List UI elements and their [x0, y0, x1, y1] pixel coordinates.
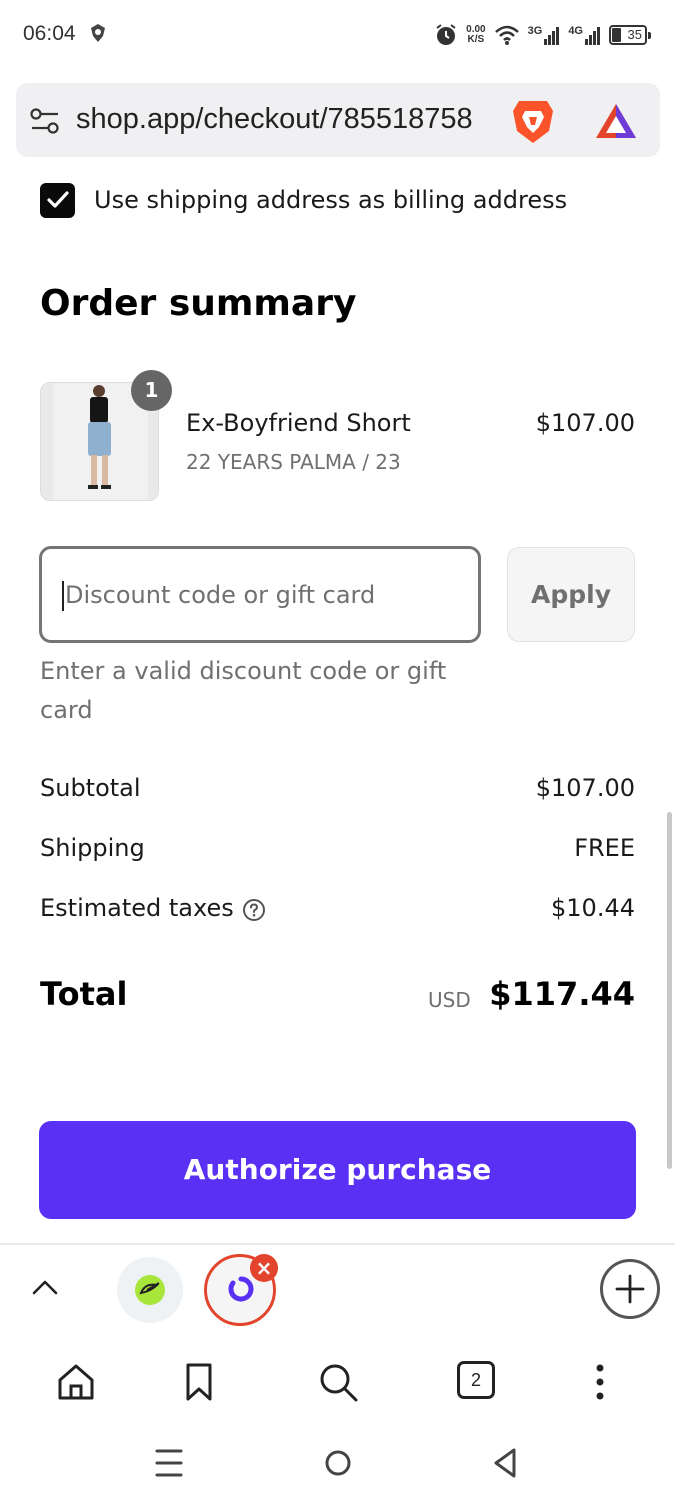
discount-placeholder: Discount code or gift card — [65, 581, 376, 609]
battery-icon: 35 — [609, 25, 651, 45]
signal-3g: 3G — [528, 25, 561, 45]
billing-checkbox[interactable] — [40, 182, 75, 218]
discount-error-message: Enter a valid discount code or gift card — [40, 657, 447, 724]
product-name: Ex-Boyfriend Short — [186, 409, 411, 437]
status-icons: 0.00 K/S 3G 4G 35 — [434, 18, 651, 52]
net-speed: 0.00 K/S — [466, 25, 485, 45]
apply-button[interactable]: Apply — [507, 547, 635, 642]
checkmark-icon — [46, 191, 69, 208]
brave-icon[interactable] — [511, 97, 555, 145]
close-tab-icon[interactable]: × — [250, 1254, 278, 1282]
help-icon[interactable] — [242, 898, 266, 922]
text-cursor — [62, 581, 64, 611]
chevron-up-icon[interactable] — [30, 1275, 60, 1301]
signal-4g: 4G — [568, 25, 601, 45]
plus-icon — [615, 1274, 645, 1304]
taxes-label: Estimated taxes — [40, 894, 234, 922]
url-bar[interactable]: shop.app/checkout/785518758 — [16, 83, 660, 157]
more-options-icon[interactable] — [578, 1360, 622, 1404]
billing-address-option[interactable]: Use shipping address as billing address — [40, 182, 567, 218]
battery-level: 35 — [627, 27, 642, 42]
net-speed-unit: K/S — [467, 34, 485, 45]
subtotal-label: Subtotal — [40, 774, 141, 802]
new-tab-button[interactable] — [600, 1259, 660, 1319]
home-icon[interactable] — [54, 1360, 98, 1404]
status-bar: 06:04 0.00 K/S 3G 4G 35 — [0, 0, 675, 70]
status-time: 06:04 — [23, 22, 76, 45]
shipping-value: FREE — [574, 834, 635, 862]
tab-thumbnail[interactable] — [117, 1257, 183, 1323]
quantity-badge: 1 — [131, 370, 172, 411]
toolbar-divider — [0, 1243, 675, 1245]
home-button-icon[interactable] — [318, 1442, 358, 1484]
total-value: $117.44 — [489, 975, 635, 1013]
atom-icon[interactable] — [594, 102, 638, 140]
total-label: Total — [40, 975, 128, 1013]
network-4g-label: 4G — [568, 25, 583, 37]
taxes-value: $10.44 — [551, 894, 635, 922]
wifi-icon — [494, 25, 519, 45]
authorize-purchase-button[interactable]: Authorize purchase — [39, 1121, 636, 1219]
billing-checkbox-label[interactable]: Use shipping address as billing address — [94, 186, 567, 214]
tune-icon[interactable] — [30, 107, 60, 135]
total-currency: USD — [428, 988, 471, 1012]
subtotal-value: $107.00 — [535, 774, 635, 802]
product-variant: 22 YEARS PALMA / 23 — [186, 450, 401, 474]
tab-site-icon — [139, 1282, 160, 1295]
network-3g-label: 3G — [527, 25, 543, 37]
alarm-icon — [436, 24, 456, 45]
shop-app-icon — [228, 1276, 254, 1302]
back-icon[interactable] — [486, 1442, 526, 1484]
scrollbar[interactable] — [667, 812, 672, 1169]
url-text[interactable]: shop.app/checkout/785518758 — [76, 103, 508, 136]
notification-icon — [91, 24, 105, 42]
signal-bars-icon — [544, 27, 560, 45]
tab-switcher-button[interactable]: 2 — [457, 1361, 495, 1399]
order-summary-title: Order summary — [40, 283, 357, 324]
signal-bars-icon — [585, 27, 600, 45]
bookmark-icon[interactable] — [177, 1360, 221, 1404]
shipping-label: Shipping — [40, 834, 145, 862]
search-icon[interactable] — [316, 1360, 360, 1404]
product-price: $107.00 — [535, 409, 635, 437]
recent-apps-icon[interactable] — [149, 1442, 189, 1484]
discount-code-input[interactable]: Discount code or gift card — [39, 546, 481, 643]
